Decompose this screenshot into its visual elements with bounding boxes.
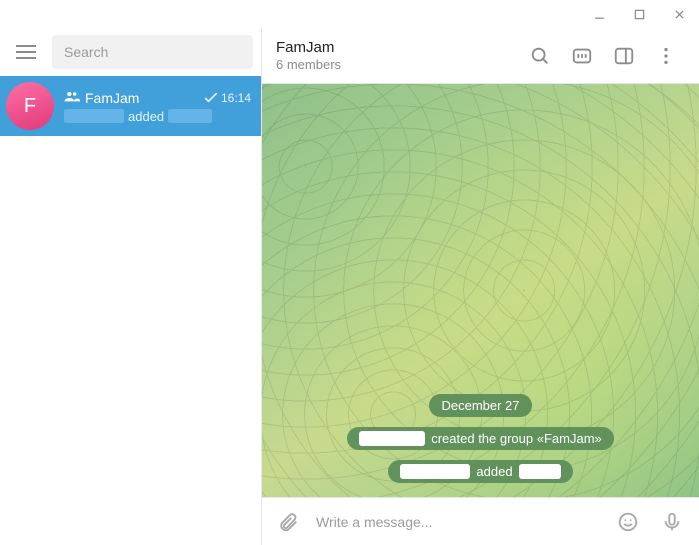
search-input[interactable]: Search xyxy=(52,35,253,69)
chat-subtitle: 6 members xyxy=(276,57,341,72)
attach-button[interactable] xyxy=(272,505,306,539)
window-close-button[interactable] xyxy=(659,0,699,28)
messages-area[interactable]: December 27 created the group «FamJam» a… xyxy=(262,84,699,497)
voice-message-button[interactable] xyxy=(655,505,689,539)
redacted-name xyxy=(519,464,561,479)
chat-header-info[interactable]: FamJam 6 members xyxy=(276,39,341,72)
date-separator: December 27 xyxy=(429,394,531,417)
check-icon xyxy=(204,93,218,103)
service-message-added: added xyxy=(388,460,572,483)
date-text: December 27 xyxy=(441,398,519,413)
redacted-name xyxy=(168,109,212,123)
avatar-letter: F xyxy=(24,95,36,118)
more-options-button[interactable] xyxy=(647,37,685,75)
chat-time: 16:14 xyxy=(204,91,251,105)
menu-button[interactable] xyxy=(8,34,44,70)
redacted-name xyxy=(359,431,425,446)
chat-time-text: 16:14 xyxy=(221,91,251,105)
message-input[interactable]: Write a message... xyxy=(316,514,601,530)
emoji-button[interactable] xyxy=(611,505,645,539)
chat-avatar: F xyxy=(6,82,54,130)
chat-preview: added xyxy=(64,109,251,124)
window-maximize-button[interactable] xyxy=(619,0,659,28)
window-minimize-button[interactable] xyxy=(579,0,619,28)
side-panel-button[interactable] xyxy=(605,37,643,75)
preview-text: added xyxy=(128,109,164,124)
chat-list-item[interactable]: F FamJam 16:14 added xyxy=(0,76,261,136)
composer: Write a message... xyxy=(262,497,699,545)
search-in-chat-button[interactable] xyxy=(521,37,559,75)
added-text: added xyxy=(476,464,512,479)
live-stream-button[interactable] xyxy=(563,37,601,75)
message-placeholder: Write a message... xyxy=(316,514,432,530)
redacted-name xyxy=(400,464,470,479)
chat-title: FamJam xyxy=(276,39,341,56)
sidebar: Search F FamJam 16:14 xyxy=(0,28,262,545)
search-placeholder: Search xyxy=(64,44,108,60)
redacted-name xyxy=(64,109,124,123)
created-text: created the group «FamJam» xyxy=(431,431,602,446)
window-titlebar xyxy=(0,0,699,28)
service-message-created: created the group «FamJam» xyxy=(347,427,614,450)
group-icon xyxy=(64,89,80,107)
chat-header: FamJam 6 members xyxy=(262,28,699,84)
chat-name: FamJam xyxy=(85,90,139,106)
